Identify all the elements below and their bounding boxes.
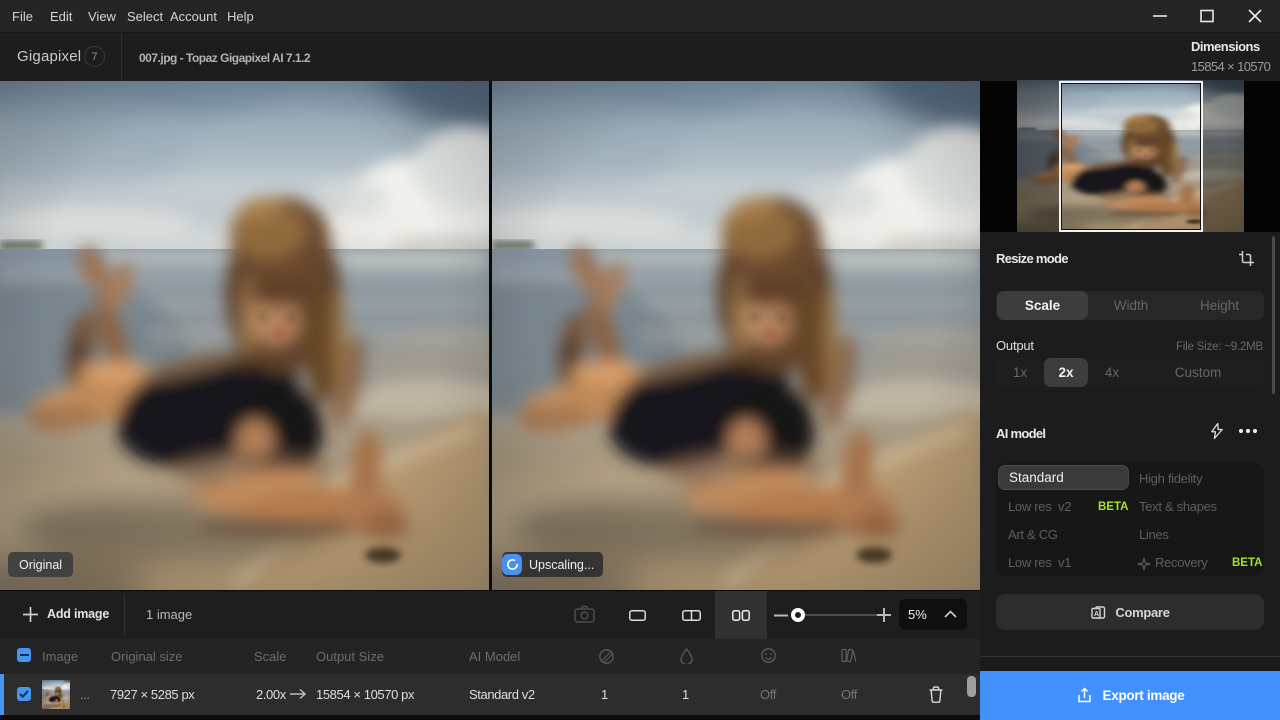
svg-text:A: A (1094, 611, 1099, 618)
